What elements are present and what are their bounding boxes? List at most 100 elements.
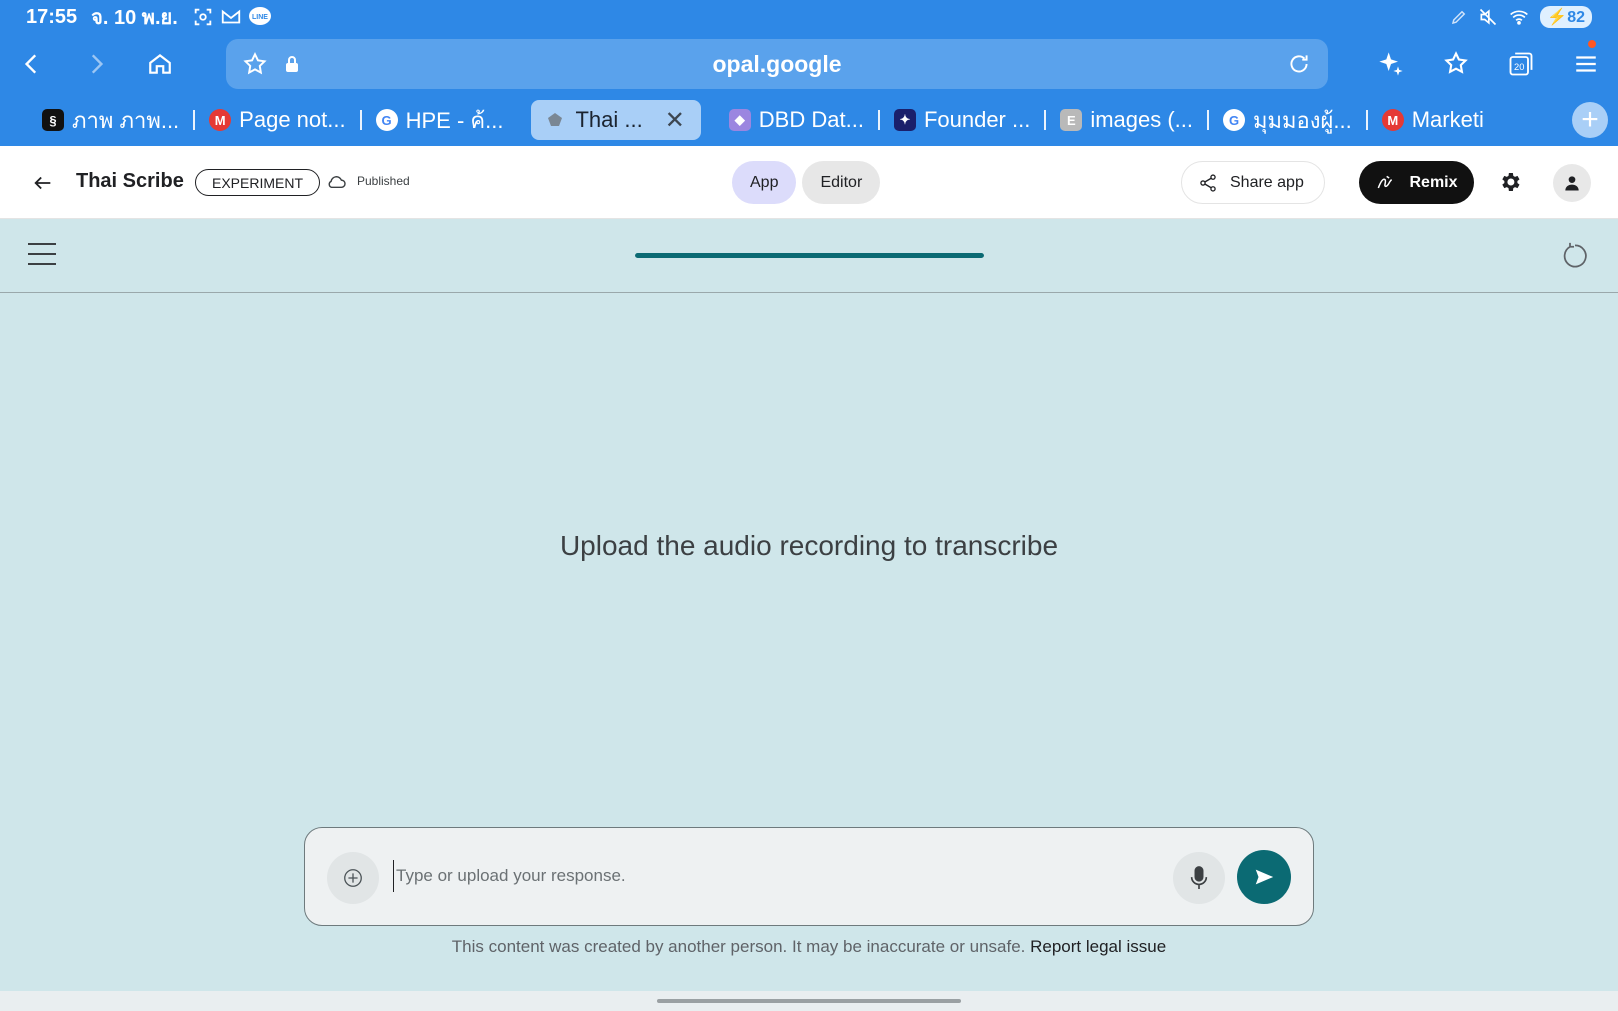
tab-label: DBD Dat... <box>758 107 864 132</box>
tab-divider <box>1207 110 1210 130</box>
status-bar: 17:55 จ. 10 พ.ย. LINE ⚡82 <box>0 0 1618 34</box>
bookmark-star-icon[interactable] <box>242 51 268 77</box>
tab-divider <box>877 110 880 130</box>
add-circle-icon <box>344 869 362 887</box>
chevron-right-icon <box>91 54 104 74</box>
tab-label: Page not... <box>239 107 346 132</box>
experiment-badge: EXPERIMENT <box>195 169 321 196</box>
microphone-icon <box>1190 866 1208 889</box>
restart-button[interactable] <box>1560 241 1590 271</box>
wifi-icon <box>1510 10 1529 25</box>
editor-view-button[interactable]: Editor <box>802 161 881 204</box>
tab-label: Thai ... <box>575 107 643 132</box>
pen-icon <box>1452 10 1466 25</box>
tab-label: HPE - ค้... <box>405 107 504 133</box>
browser-tab-active[interactable]: Thai ... ✕ <box>531 100 701 140</box>
browser-tab[interactable]: M Page not... <box>195 100 359 140</box>
svg-text:20: 20 <box>1514 62 1524 72</box>
response-composer <box>304 827 1314 926</box>
tab-divider <box>1365 110 1368 130</box>
address-bar[interactable]: opal.google <box>226 39 1328 89</box>
status-time: 17:55 <box>26 5 78 28</box>
app-header: Thai Scribe EXPERIMENT Published App Edi… <box>0 146 1618 219</box>
step-prompt: Upload the audio recording to transcribe <box>559 530 1059 561</box>
share-app-label: Share app <box>1230 173 1304 191</box>
browser-tab[interactable]: G มุมมองผู้... <box>1209 100 1366 140</box>
chevron-left-icon <box>24 54 37 74</box>
send-icon <box>1255 869 1274 885</box>
url-text: opal.google <box>712 50 842 77</box>
upload-button[interactable] <box>327 852 379 904</box>
home-button[interactable] <box>128 34 192 94</box>
back-button[interactable] <box>0 34 64 94</box>
star-list-icon <box>1443 51 1468 74</box>
browser-tab[interactable]: G HPE - ค้... <box>362 100 518 140</box>
menu-icon <box>1575 56 1596 72</box>
dark-s-favicon-icon: § <box>42 109 64 131</box>
microphone-button[interactable] <box>1173 852 1225 904</box>
cloud-icon <box>328 176 346 189</box>
remix-button[interactable]: Remix <box>1359 161 1474 204</box>
forward-button[interactable] <box>64 34 128 94</box>
gmail-icon <box>221 9 240 24</box>
mute-icon <box>1480 8 1497 26</box>
red-m-favicon-icon: M <box>209 109 232 131</box>
lock-icon <box>286 56 298 72</box>
tab-label: ภาพ ภาพ... <box>72 107 180 133</box>
avatar[interactable] <box>1553 164 1591 202</box>
browser-tab[interactable]: ✦ Founder ... <box>880 100 1044 140</box>
home-gesture-handle[interactable] <box>657 999 961 1003</box>
line-app-icon: LINE <box>248 7 271 25</box>
tab-divider <box>359 110 362 130</box>
tab-divider <box>1044 110 1047 130</box>
google-favicon-icon: G <box>375 109 398 131</box>
hamburger-menu-icon[interactable] <box>28 243 56 265</box>
ai-sparkle-button[interactable] <box>1358 34 1423 94</box>
share-icon <box>1200 173 1216 192</box>
content-disclaimer: This content was created by another pers… <box>0 937 1618 957</box>
disclaimer-text: This content was created by another pers… <box>451 937 1026 956</box>
reload-icon[interactable] <box>1286 51 1312 77</box>
favorites-button[interactable] <box>1423 34 1488 94</box>
report-legal-issue-link[interactable]: Report legal issue <box>1030 937 1166 956</box>
browser-menu-button[interactable] <box>1553 34 1618 94</box>
tab-switcher-button[interactable]: 20 <box>1488 34 1553 94</box>
progress-fill <box>635 253 984 258</box>
app-back-button[interactable] <box>28 168 58 198</box>
screenshot-icon <box>194 8 212 26</box>
tab-label: images (... <box>1090 107 1194 132</box>
close-tab-icon[interactable]: ✕ <box>665 106 685 135</box>
app-title: Thai Scribe <box>76 170 184 192</box>
tab-strip: § ภาพ ภาพ... M Page not... G HPE - ค้... Th… <box>0 94 1618 146</box>
battery-indicator: ⚡82 <box>1540 6 1592 28</box>
browser-tab[interactable]: § ภาพ ภาพ... <box>28 100 193 140</box>
response-input[interactable] <box>393 860 1133 892</box>
cube-favicon-icon: ◆ <box>728 109 751 131</box>
browser-toolbar: opal.google 20 <box>0 34 1618 94</box>
settings-button[interactable] <box>1498 170 1526 198</box>
tab-divider <box>193 110 196 130</box>
new-tab-button[interactable]: + <box>1572 102 1608 138</box>
tab-label: Founder ... <box>923 107 1031 132</box>
share-app-button[interactable]: Share app <box>1181 161 1325 204</box>
opal-favicon-icon <box>548 113 563 126</box>
send-button[interactable] <box>1237 850 1291 904</box>
arrow-left-icon <box>34 176 51 190</box>
app-view-button[interactable]: App <box>732 161 797 204</box>
plus-icon: + <box>1581 103 1599 136</box>
tab-count-icon: 20 <box>1509 52 1532 76</box>
browser-tab[interactable]: Eimages (... <box>1046 100 1207 140</box>
browser-tab[interactable]: M Marketi <box>1368 100 1498 140</box>
publish-status: Published <box>325 172 410 190</box>
e-favicon-icon: E <box>1060 109 1083 131</box>
gear-icon <box>1502 173 1520 191</box>
tab-label: Marketi <box>1411 107 1484 132</box>
remix-icon <box>1378 175 1393 188</box>
notification-dot <box>1588 40 1596 48</box>
status-date: จ. 10 พ.ย. <box>91 7 178 29</box>
view-toggle: App Editor <box>732 161 881 204</box>
tab-label: มุมมองผู้... <box>1253 107 1352 133</box>
browser-tab[interactable]: ◆ DBD Dat... <box>715 100 878 140</box>
publish-status-label: Published <box>357 174 410 188</box>
google-favicon-icon: G <box>1223 109 1246 131</box>
